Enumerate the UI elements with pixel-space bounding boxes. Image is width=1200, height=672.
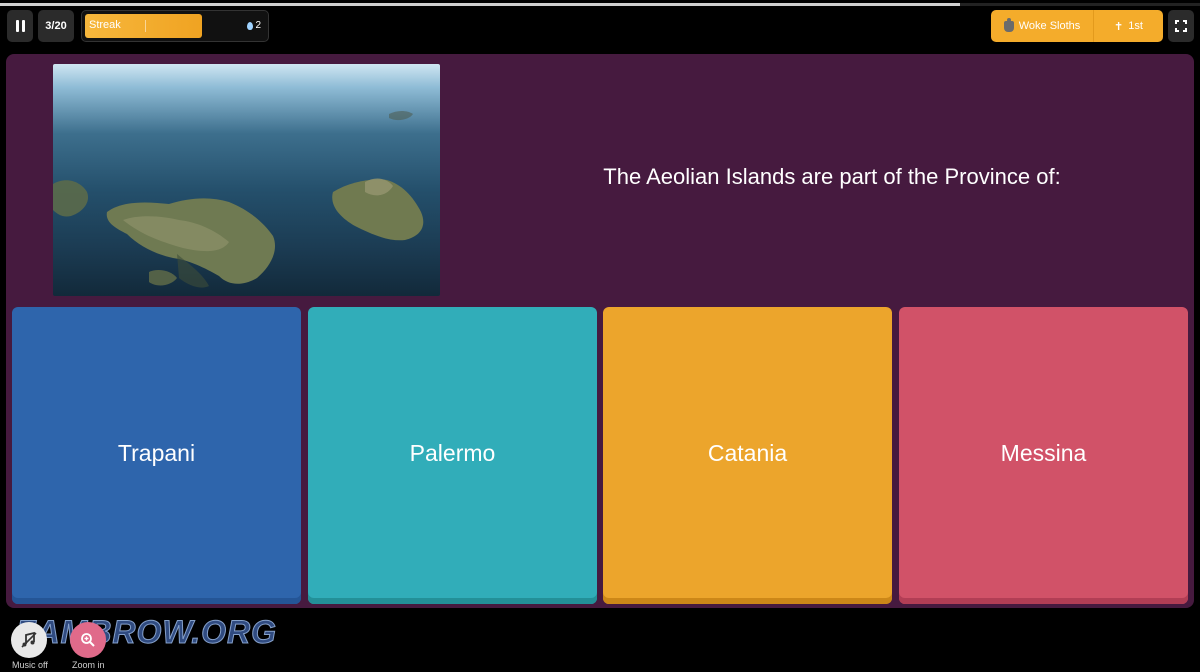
aerial-islands-photo xyxy=(53,111,424,288)
answer-grid: Trapani Palermo Catania Messina xyxy=(12,307,1188,604)
team-name: Woke Sloths xyxy=(1018,20,1081,32)
pause-button[interactable] xyxy=(7,10,33,42)
answer-label: Messina xyxy=(1000,440,1087,466)
answer-option-4[interactable]: Messina xyxy=(899,307,1188,604)
top-progress-fill xyxy=(0,3,960,6)
streak-meter: Streak 2 xyxy=(81,10,269,42)
fullscreen-icon xyxy=(1175,20,1187,32)
answer-option-1[interactable]: Trapani xyxy=(12,307,301,604)
music-toggle-button[interactable] xyxy=(11,622,47,658)
streak-value: 2 xyxy=(255,20,261,31)
question-text: The Aeolian Islands are part of the Prov… xyxy=(603,164,1061,189)
answer-option-3[interactable]: Catania xyxy=(603,307,892,604)
team-button[interactable]: Woke Sloths xyxy=(991,10,1094,42)
zoom-in-button[interactable] xyxy=(70,622,106,658)
streak-value-group: 2 xyxy=(247,20,261,31)
top-bar: 3/20 Streak 2 Woke Sloths ✝ 1st xyxy=(0,10,1200,46)
zoom-icon xyxy=(81,633,95,647)
answer-option-2[interactable]: Palermo xyxy=(308,307,597,604)
trophy-icon xyxy=(1003,17,1014,32)
team-rank: 1st xyxy=(1128,20,1143,32)
answer-label: Trapani xyxy=(117,440,196,466)
music-icon xyxy=(21,631,37,648)
team-panel: Woke Sloths ✝ 1st xyxy=(991,10,1163,42)
watermark-logo: ZAMBROW.ORG xyxy=(15,614,278,651)
pause-icon xyxy=(14,20,26,32)
drop-icon xyxy=(247,21,254,30)
music-caption: Music off xyxy=(12,660,48,670)
streak-tick xyxy=(145,20,146,32)
rank-button[interactable]: ✝ 1st xyxy=(1094,10,1163,42)
answer-label: Catania xyxy=(707,440,788,466)
top-progress-bar xyxy=(0,3,1200,6)
question-stage: The Aeolian Islands are part of the Prov… xyxy=(6,54,1194,608)
streak-label: Streak xyxy=(89,19,121,31)
question-image xyxy=(53,64,440,296)
fullscreen-button[interactable] xyxy=(1168,10,1194,42)
medal-icon: ✝ xyxy=(1114,20,1124,33)
answer-label: Palermo xyxy=(409,440,496,466)
zoom-caption: Zoom in xyxy=(72,660,105,670)
question-counter: 3/20 xyxy=(38,10,74,42)
bottom-bar: ZAMBROW.ORG Music off Zoom in xyxy=(0,612,1200,672)
